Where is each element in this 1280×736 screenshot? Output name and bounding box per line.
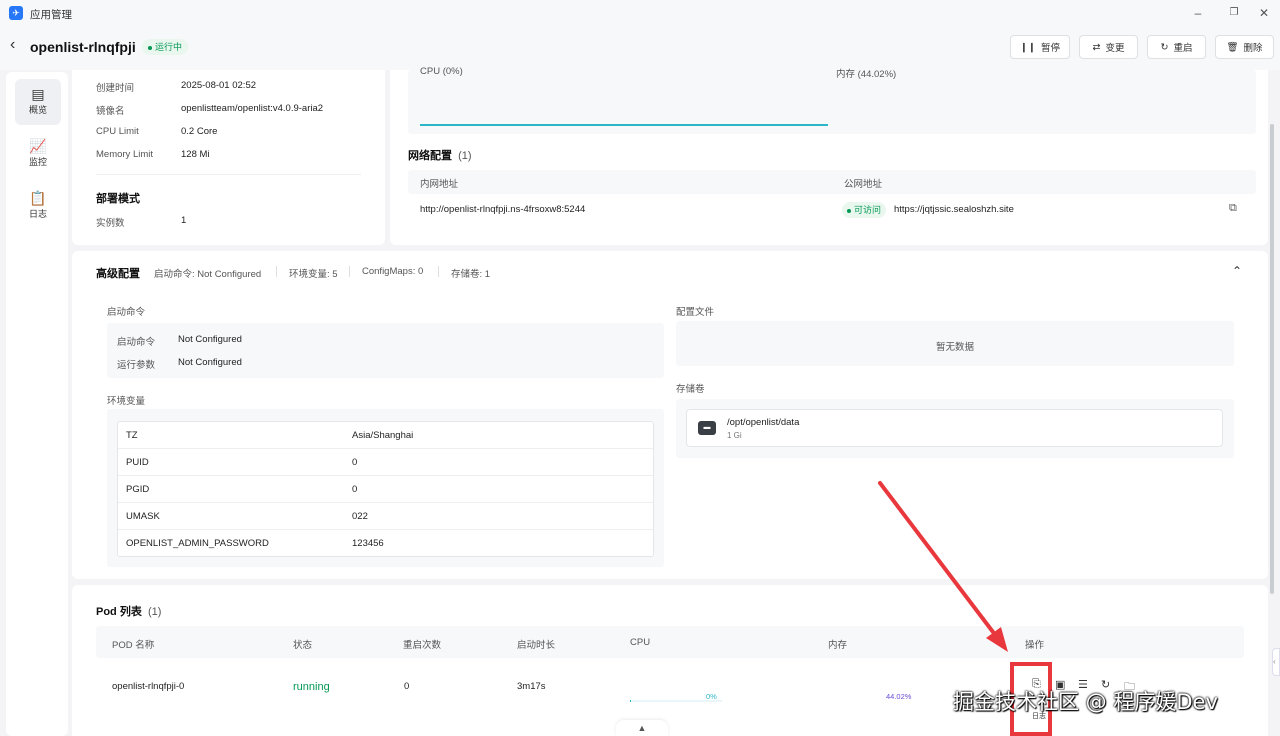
watermark-text: 掘金技术社区 @ 程序媛Dev bbox=[953, 690, 1218, 714]
annotation-overlay bbox=[878, 481, 1052, 736]
annotation-arrow-line bbox=[878, 481, 998, 638]
annotation-arrow-head bbox=[986, 627, 1008, 652]
